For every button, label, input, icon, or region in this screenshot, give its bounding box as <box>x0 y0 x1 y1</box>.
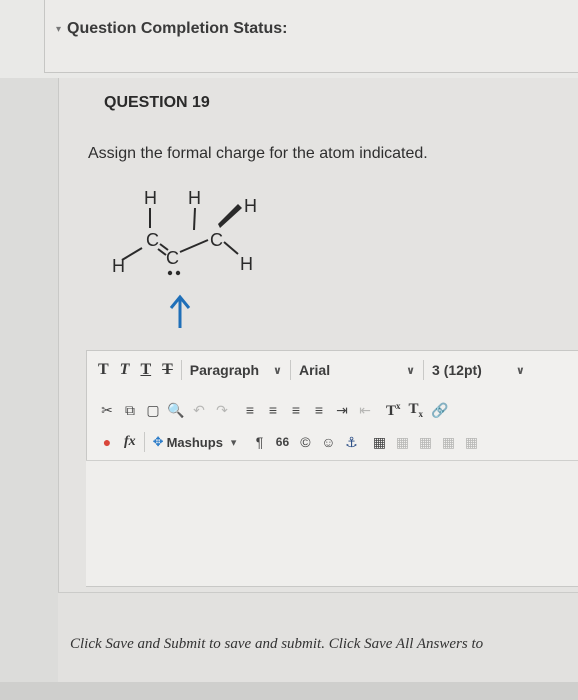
link-icon[interactable]: 🔗 <box>431 401 449 419</box>
question-prompt: Assign the formal charge for the atom in… <box>88 145 428 162</box>
undo-icon[interactable]: ↶ <box>190 401 208 419</box>
editor-toolbar-row-1: T T T T Paragraph ∨ Arial ∨ 3 (12pt) ∨ <box>87 357 578 383</box>
chevron-down-icon: ▾ <box>230 436 237 449</box>
chevron-down-icon: ∨ <box>406 364 416 377</box>
paste-icon[interactable]: ▢ <box>144 401 162 419</box>
atom-h-top-middle: H <box>188 188 201 208</box>
lone-pair-dot <box>167 270 173 276</box>
chevron-down-icon: ▾ <box>56 23 62 35</box>
italic-button[interactable]: T <box>120 361 130 379</box>
toolbar-divider <box>289 360 291 380</box>
completion-status-toggle[interactable]: ▾ Question Completion Status: <box>56 20 287 38</box>
lone-pair-dot <box>175 270 181 276</box>
align-center-icon[interactable]: ≡ <box>264 401 282 419</box>
superscript-button[interactable]: Tx <box>386 401 401 420</box>
chevron-down-icon: ∨ <box>515 364 525 377</box>
table-split-icon[interactable]: ▦ <box>462 433 480 451</box>
bond-c3-h-right <box>223 241 239 255</box>
cut-icon[interactable]: ✂ <box>98 401 116 419</box>
molecule-structure: H H H H C C C H <box>112 188 257 276</box>
status-bar <box>0 0 578 78</box>
table-insert-row-icon[interactable]: ▦ <box>393 433 411 451</box>
subscript-button[interactable]: Tx <box>409 401 424 419</box>
atom-c1: C <box>146 230 159 250</box>
atom-h-top-left: H <box>144 188 157 208</box>
table-insert-column-icon[interactable]: ▦ <box>416 433 434 451</box>
table-merge-icon[interactable]: ▦ <box>439 433 457 451</box>
blockquote-icon[interactable]: 66 <box>273 433 291 451</box>
paragraph-select-value: Paragraph <box>189 362 260 378</box>
toolbar-divider <box>423 360 425 380</box>
answer-text-area[interactable] <box>86 460 578 586</box>
font-select-value: Arial <box>298 362 331 378</box>
atom-h-top-right: H <box>244 196 257 216</box>
outdent-icon[interactable]: ⇤ <box>356 401 374 419</box>
mashups-label: Mashups <box>166 434 223 450</box>
font-size-select-value: 3 (12pt) <box>432 362 482 378</box>
wedge-bond <box>218 204 242 228</box>
find-icon[interactable]: 🔍 <box>167 401 185 419</box>
bond-c1-c2-a <box>159 243 169 251</box>
subscript-mark: x <box>418 409 424 419</box>
question-header: QUESTION 19 <box>104 94 210 111</box>
save-instructions: Click Save and Submit to save and submit… <box>70 636 484 652</box>
indent-icon[interactable]: ⇥ <box>333 401 351 419</box>
justify-icon[interactable]: ≡ <box>310 401 328 419</box>
completion-status-title: Question Completion Status: <box>67 20 288 37</box>
table-icon[interactable]: ▦ <box>370 433 388 451</box>
atom-c2: C <box>166 248 179 268</box>
mashups-menu[interactable]: ✥ Mashups ▾ <box>153 434 237 450</box>
spellcheck-icon[interactable]: ● <box>98 433 116 451</box>
redo-icon[interactable]: ↷ <box>213 401 231 419</box>
copy-icon[interactable]: ⧉ <box>121 401 139 419</box>
chevron-down-icon: ∨ <box>273 364 282 377</box>
paragraph-select[interactable]: Paragraph ∨ <box>190 362 282 378</box>
formula-button[interactable]: fx <box>124 434 136 450</box>
atom-h-right: H <box>240 254 253 274</box>
superscript-label: T <box>386 402 397 419</box>
bold-button[interactable]: T <box>98 361 109 379</box>
editor-toolbar-row-3: ● fx ✥ Mashups ▾ ¶ 66 © ☺ ⚓ ▦ ▦ ▦ ▦ ▦ <box>87 429 578 455</box>
subscript-label: T <box>408 401 419 417</box>
up-arrow-icon <box>169 294 191 328</box>
bond-c1-h-left <box>121 247 143 261</box>
bond-c1-c2-b <box>157 248 167 256</box>
align-right-icon[interactable]: ≡ <box>287 401 305 419</box>
superscript-mark: x <box>396 400 401 411</box>
underline-button[interactable]: T <box>140 361 151 379</box>
bond-c3-h-top <box>193 207 196 231</box>
bottom-strip <box>0 682 578 700</box>
emoji-icon[interactable]: ☺ <box>319 433 337 451</box>
toolbar-divider <box>180 360 182 380</box>
anchor-icon[interactable]: ⚓ <box>342 433 360 451</box>
mashups-icon: ✥ <box>152 434 164 449</box>
atom-c3: C <box>210 230 223 250</box>
font-size-select[interactable]: 3 (12pt) ∨ <box>432 362 525 378</box>
editor-toolbar-row-2: ✂ ⧉ ▢ 🔍 ↶ ↷ ≡ ≡ ≡ ≡ ⇥ ⇤ Tx Tx 🔗 <box>87 397 578 423</box>
paragraph-mark-icon[interactable]: ¶ <box>250 433 268 451</box>
align-left-icon[interactable]: ≡ <box>241 401 259 419</box>
toolbar-divider <box>143 432 145 452</box>
strikethrough-button[interactable]: T <box>162 361 173 379</box>
bond-c2-c3 <box>179 239 209 253</box>
font-select[interactable]: Arial ∨ <box>299 362 415 378</box>
copyright-icon[interactable]: © <box>296 433 314 451</box>
